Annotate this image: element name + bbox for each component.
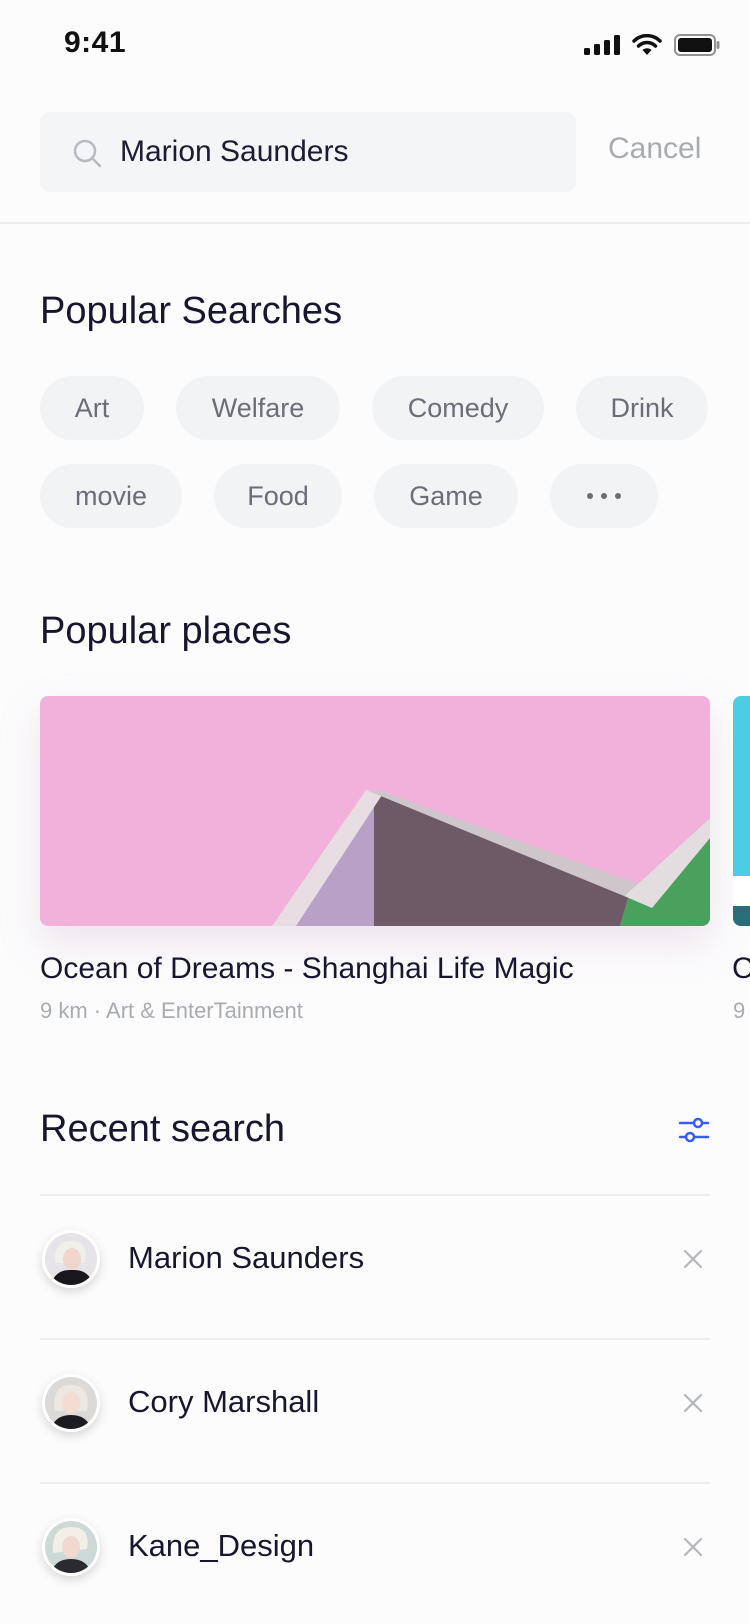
close-icon[interactable] [682, 1248, 704, 1270]
recent-item[interactable]: Marion Saunders [40, 1196, 710, 1338]
chip-more[interactable] [550, 464, 658, 528]
recent-item-name: Cory Marshall [128, 1384, 320, 1419]
status-icons [584, 34, 720, 56]
recent-item[interactable]: Cory Marshall [40, 1340, 710, 1482]
search-box [40, 112, 576, 192]
chip-food[interactable]: Food [214, 464, 342, 528]
popular-places-title: Popular places [40, 610, 292, 652]
avatar [42, 1230, 100, 1288]
wifi-icon [632, 34, 662, 56]
cancel-button[interactable]: Cancel [608, 132, 701, 166]
next-place-card-image[interactable] [733, 696, 750, 926]
more-horizontal-icon [587, 493, 621, 499]
next-place-photo [733, 696, 750, 926]
popular-searches-title: Popular Searches [40, 290, 343, 332]
recent-item[interactable]: Kane_Design [40, 1484, 710, 1624]
header-divider [0, 222, 750, 224]
chip-drink[interactable]: Drink [576, 376, 708, 440]
chip-art[interactable]: Art [40, 376, 144, 440]
close-icon[interactable] [682, 1392, 704, 1414]
chip-comedy[interactable]: Comedy [372, 376, 544, 440]
recent-item-name: Marion Saunders [128, 1240, 365, 1275]
recent-search-title: Recent search [40, 1108, 286, 1150]
close-icon[interactable] [682, 1536, 704, 1558]
architecture-photo [40, 696, 710, 926]
place-card-image[interactable] [40, 696, 710, 926]
status-bar: 9:41 [0, 0, 750, 92]
chip-game[interactable]: Game [374, 464, 518, 528]
cellular-signal-icon [584, 35, 620, 55]
place-category: Art & EnterTainment [106, 998, 303, 1023]
next-place-title[interactable]: C [732, 952, 750, 986]
battery-icon [674, 34, 720, 56]
place-meta: 9 km · Art & EnterTainment [40, 998, 303, 1024]
status-time: 9:41 [64, 26, 127, 59]
recent-item-name: Kane_Design [128, 1528, 315, 1563]
search-icon [73, 139, 102, 168]
place-distance: 9 km · [40, 998, 102, 1023]
avatar [42, 1374, 100, 1432]
next-place-distance: 9 [733, 998, 746, 1023]
search-input[interactable] [120, 112, 560, 192]
chip-welfare[interactable]: Welfare [176, 376, 340, 440]
avatar [42, 1518, 100, 1576]
chip-movie[interactable]: movie [40, 464, 182, 528]
sliders-icon[interactable] [678, 1114, 710, 1146]
place-title[interactable]: Ocean of Dreams - Shanghai Life Magic [40, 952, 574, 986]
